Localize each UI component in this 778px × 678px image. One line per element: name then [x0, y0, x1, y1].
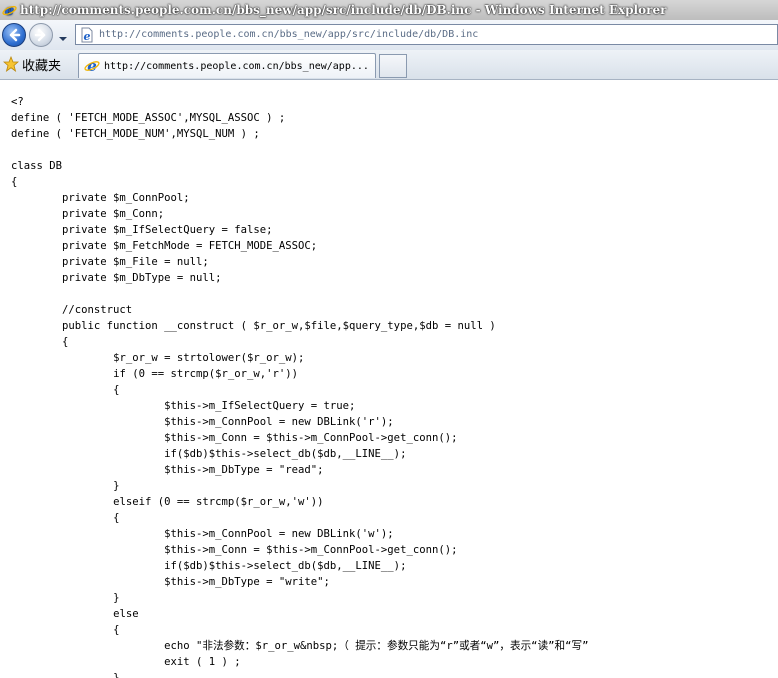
- recent-pages-button[interactable]: [58, 29, 68, 41]
- favorites-button[interactable]: 收藏夹: [3, 54, 61, 74]
- tab-label: http://comments.people.com.cn/bbs_new/ap…: [104, 60, 369, 72]
- svg-text:e: e: [87, 58, 97, 74]
- address-url: http://comments.people.com.cn/bbs_new/ap…: [99, 29, 479, 40]
- star-icon: [3, 56, 19, 72]
- source-code-text: <? define ( 'FETCH_MODE_ASSOC',MYSQL_ASS…: [11, 96, 589, 678]
- favorites-label: 收藏夹: [22, 58, 62, 74]
- ie-logo-icon: e: [2, 3, 17, 18]
- window-title-bar: e http://comments.people.com.cn/bbs_new/…: [0, 0, 778, 20]
- back-arrow-icon: [9, 28, 21, 42]
- chevron-down-icon: [59, 37, 67, 41]
- forward-button[interactable]: [29, 23, 53, 47]
- favorites-and-tabs-bar: 收藏夹 e http://comments.people.com.cn/bbs_…: [0, 50, 778, 80]
- back-button[interactable]: [2, 23, 26, 47]
- forward-arrow-icon: [34, 28, 46, 42]
- page-icon: e: [79, 27, 95, 43]
- ie-logo-icon: e: [84, 58, 100, 74]
- new-tab-button[interactable]: [379, 54, 407, 78]
- svg-text:e: e: [84, 30, 91, 43]
- navigation-bar: e http://comments.people.com.cn/bbs_new/…: [0, 20, 778, 50]
- tab-active[interactable]: e http://comments.people.com.cn/bbs_new/…: [78, 53, 376, 78]
- address-bar[interactable]: e http://comments.people.com.cn/bbs_new/…: [75, 24, 778, 45]
- svg-text:e: e: [5, 3, 14, 18]
- window-title: http://comments.people.com.cn/bbs_new/ap…: [20, 3, 667, 17]
- page-content: <? define ( 'FETCH_MODE_ASSOC',MYSQL_ASS…: [0, 80, 778, 678]
